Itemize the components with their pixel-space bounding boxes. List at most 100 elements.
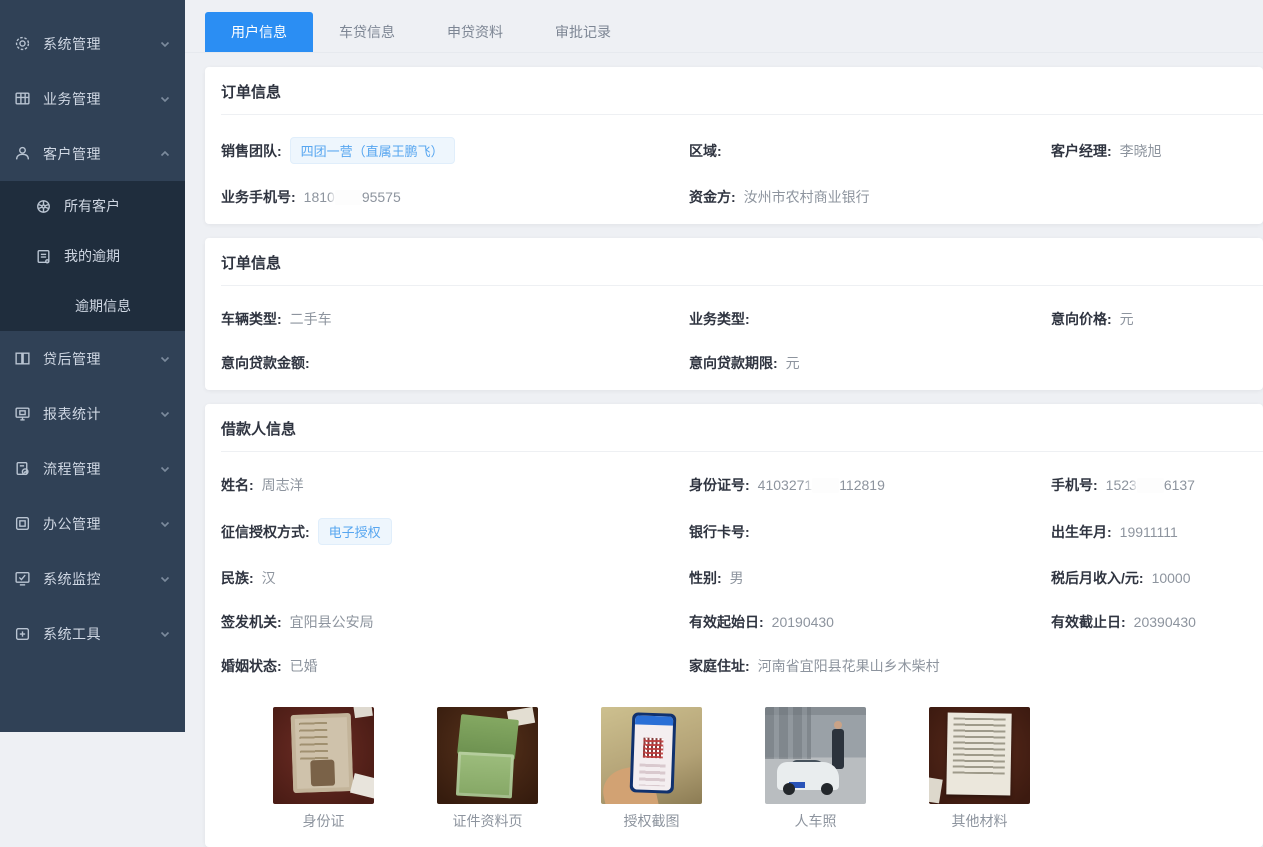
tab-bar: 用户信息 车贷信息 申贷资料 审批记录: [185, 0, 1263, 53]
sidebar-item-process-management[interactable]: 流程管理: [0, 441, 185, 496]
chevron-down-icon: [159, 628, 171, 640]
field-label: 资金方:: [689, 187, 736, 207]
id-card-photo[interactable]: [273, 707, 374, 804]
photo-caption: 人车照: [765, 811, 866, 831]
sidebar-item-label: 我的逾期: [64, 246, 120, 266]
main-content: 用户信息 车贷信息 申贷资料 审批记录 订单信息 销售团队: 四团一营（直属王鹏…: [185, 0, 1263, 732]
divider: [221, 114, 1263, 115]
chevron-down-icon: [159, 408, 171, 420]
sidebar-item-label: 逾期信息: [75, 296, 131, 316]
divider: [221, 451, 1263, 452]
photo-caption: 身份证: [273, 811, 374, 831]
field-value: 汉: [262, 568, 276, 588]
field-label: 税后月收入/元:: [1051, 568, 1144, 588]
field-value: 二手车: [290, 309, 332, 329]
field-intent-loan-amount: 意向贷款金额:: [221, 352, 689, 374]
car-person-photo[interactable]: [765, 707, 866, 804]
field-business-type: 业务类型:: [689, 308, 1051, 330]
paper-doc-photo[interactable]: [929, 707, 1030, 804]
field-label: 业务手机号:: [221, 187, 296, 207]
field-label: 姓名:: [221, 475, 254, 495]
field-name: 姓名: 周志洋: [221, 474, 689, 496]
field-sales-team: 销售团队: 四团一营（直属王鹏飞）: [221, 137, 689, 164]
field-label: 性别:: [689, 568, 722, 588]
field-value: 15236137: [1106, 477, 1195, 493]
photo-thumbnails-row: 身份证 证件资料页 授权截图: [221, 707, 1263, 831]
field-marital-status: 婚姻状态: 已婚: [221, 655, 689, 677]
field-value: 汝州市农村商业银行: [744, 187, 870, 207]
field-label: 出生年月:: [1051, 522, 1112, 542]
tab-user-info[interactable]: 用户信息: [205, 12, 313, 52]
phone-qr-photo[interactable]: [601, 707, 702, 804]
customer-management-submenu: 所有客户 我的逾期 逾期信息: [0, 181, 185, 331]
photo-item: 授权截图: [601, 707, 702, 831]
field-intent-loan-term: 意向贷款期限: 元: [689, 352, 1051, 374]
sidebar-item-postloan-management[interactable]: 贷后管理: [0, 331, 185, 386]
field-mobile-phone: 手机号: 15236137: [1051, 474, 1263, 496]
field-label: 身份证号:: [689, 475, 750, 495]
wheel-icon: [35, 198, 52, 215]
sidebar: 系统管理 业务管理 客户管理 所有客户 我的: [0, 0, 185, 732]
monitor-check-icon: [14, 570, 31, 587]
sidebar-item-label: 贷后管理: [43, 349, 159, 369]
field-label: 家庭住址:: [689, 656, 750, 676]
field-label: 车辆类型:: [221, 309, 282, 329]
field-label: 区域:: [689, 141, 722, 161]
card-title: 订单信息: [221, 81, 1263, 114]
sidebar-item-system-monitor[interactable]: 系统监控: [0, 551, 185, 606]
field-value: 河南省宜阳县花果山乡木柴村: [758, 656, 940, 676]
sidebar-item-system-management[interactable]: 系统管理: [0, 16, 185, 71]
photo-item: 身份证: [273, 707, 374, 831]
photo-caption: 授权截图: [601, 811, 702, 831]
user-icon: [14, 145, 31, 162]
field-label: 意向贷款金额:: [221, 353, 310, 373]
office-icon: [14, 515, 31, 532]
field-value: 男: [730, 568, 744, 588]
field-ethnicity: 民族: 汉: [221, 567, 689, 589]
sidebar-item-overdue-info[interactable]: 逾期信息: [0, 281, 185, 331]
workflow-icon: [14, 460, 31, 477]
sidebar-item-all-customers[interactable]: 所有客户: [0, 181, 185, 231]
field-value: 宜阳县公安局: [290, 612, 374, 632]
sidebar-item-label: 系统管理: [43, 34, 159, 54]
document-icon: [35, 248, 52, 265]
order-info-card-1: 订单信息 销售团队: 四团一营（直属王鹏飞） 区域: 客户经理: 李晓旭 业务手…: [205, 67, 1263, 224]
field-value: 181095575: [304, 189, 401, 205]
field-value: 元: [786, 353, 800, 373]
photo-item: 其他材料: [929, 707, 1030, 831]
field-valid-to: 有效截止日: 20390430: [1051, 611, 1263, 633]
photo-item: 证件资料页: [437, 707, 538, 831]
field-value: 4103271112819: [758, 477, 885, 493]
credit-auth-tag[interactable]: 电子授权: [318, 518, 392, 545]
field-label: 有效起始日:: [689, 612, 764, 632]
field-intent-price: 意向价格: 元: [1051, 308, 1263, 330]
field-label: 银行卡号:: [689, 522, 750, 542]
tab-car-loan-info[interactable]: 车贷信息: [313, 12, 421, 52]
sidebar-item-report-statistics[interactable]: 报表统计: [0, 386, 185, 441]
field-label: 客户经理:: [1051, 141, 1112, 161]
sidebar-item-system-tools[interactable]: 系统工具: [0, 606, 185, 661]
field-home-address: 家庭住址: 河南省宜阳县花果山乡木柴村: [689, 655, 1051, 677]
sidebar-item-label: 所有客户: [64, 196, 120, 216]
chevron-down-icon: [159, 573, 171, 585]
sales-team-tag[interactable]: 四团一营（直属王鹏飞）: [290, 137, 455, 164]
toolbox-icon: [14, 625, 31, 642]
field-value: 李晓旭: [1120, 141, 1162, 161]
field-label: 婚姻状态:: [221, 656, 282, 676]
sidebar-item-office-management[interactable]: 办公管理: [0, 496, 185, 551]
sidebar-item-business-management[interactable]: 业务管理: [0, 71, 185, 126]
field-id-number: 身份证号: 4103271112819: [689, 474, 1051, 496]
field-funder: 资金方: 汝州市农村商业银行: [689, 186, 1051, 208]
sidebar-item-customer-management[interactable]: 客户管理: [0, 126, 185, 181]
field-label: 有效截止日:: [1051, 612, 1126, 632]
sidebar-item-my-overdue[interactable]: 我的逾期: [0, 231, 185, 281]
chevron-down-icon: [159, 93, 171, 105]
field-valid-from: 有效起始日: 20190430: [689, 611, 1051, 633]
field-vehicle-type: 车辆类型: 二手车: [221, 308, 689, 330]
field-label: 意向价格:: [1051, 309, 1112, 329]
redaction-blur: [335, 190, 362, 205]
tab-loan-application-docs[interactable]: 申贷资料: [421, 12, 529, 52]
tab-approval-records[interactable]: 审批记录: [529, 12, 637, 52]
field-label: 签发机关:: [221, 612, 282, 632]
green-book-photo[interactable]: [437, 707, 538, 804]
